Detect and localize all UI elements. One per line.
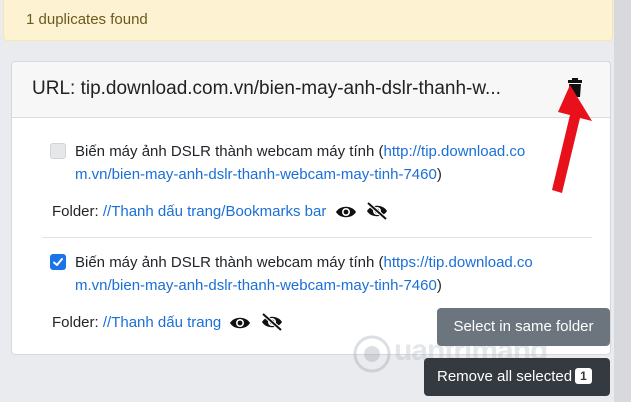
item-divider — [42, 237, 592, 238]
bookmark-title: Biến máy ảnh DSLR thành webcam máy tính — [75, 143, 375, 160]
red-arrow-annotation — [552, 85, 592, 193]
url-part-2: m.vn/bien-may-anh-dslr-thanh-webcam-may-… — [75, 166, 437, 183]
select-same-folder-button[interactable]: Select in same folder — [437, 308, 610, 346]
url-part-1: http://tip.download.co — [383, 143, 526, 160]
folder-path-link[interactable]: //Thanh dấu trang/Bookmarks bar — [103, 203, 326, 220]
selected-count-badge: 1 — [575, 368, 592, 384]
remove-all-selected-button[interactable]: Remove all selected 1 — [424, 358, 610, 396]
url-part-2: m.vn/bien-may-anh-dslr-thanh-webcam-may-… — [75, 277, 437, 294]
select-same-folder-label: Select in same folder — [453, 318, 594, 335]
paren-close: ) — [436, 277, 442, 294]
checkmark-icon — [53, 258, 63, 266]
duplicates-alert-text: 1 duplicates found — [26, 11, 148, 28]
eye-icon[interactable] — [335, 204, 357, 220]
paren-close: ) — [436, 166, 442, 183]
bookmark-checkbox-2[interactable] — [50, 254, 66, 270]
bookmark-title: Biến máy ảnh DSLR thành webcam máy tính — [75, 254, 375, 271]
card-header: URL: tip.download.com.vn/bien-may-anh-ds… — [12, 62, 610, 118]
url-part-1: https://tip.download.co — [383, 254, 533, 271]
eye-slash-icon[interactable] — [260, 313, 284, 331]
bookmark-title-block-2: Biến máy ảnh DSLR thành webcam máy tính … — [75, 251, 590, 297]
folder-path-link[interactable]: //Thanh dấu trang — [103, 314, 221, 331]
bookmark-title-block-1: Biến máy ảnh DSLR thành webcam máy tính … — [75, 140, 590, 186]
duplicates-alert: 1 duplicates found — [3, 0, 613, 41]
remove-all-selected-label: Remove all selected — [437, 368, 573, 385]
folder-label: Folder: — [52, 203, 99, 220]
folder-row-2: Folder: //Thanh dấu trang — [52, 311, 284, 334]
eye-slash-icon[interactable] — [365, 202, 389, 220]
eye-icon[interactable] — [229, 315, 251, 331]
folder-row-1: Folder: //Thanh dấu trang/Bookmarks bar — [52, 200, 389, 223]
group-url-title: URL: tip.download.com.vn/bien-may-anh-ds… — [32, 78, 501, 99]
folder-label: Folder: — [52, 314, 99, 331]
scrollbar-track[interactable] — [614, 0, 631, 402]
bookmark-checkbox-1[interactable] — [50, 143, 66, 159]
